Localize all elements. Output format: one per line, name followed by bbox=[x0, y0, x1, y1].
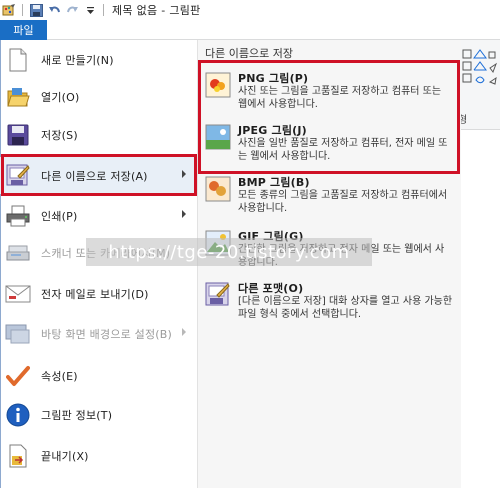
bmp-image-icon bbox=[205, 176, 231, 202]
menu-item-label: 인쇄(P) bbox=[41, 209, 78, 223]
window-title: 제목 없음 - 그림판 bbox=[112, 4, 201, 17]
menu-item-label: 그림판 정보(T) bbox=[41, 408, 113, 422]
png-jpeg-highlight bbox=[198, 60, 460, 174]
scanner-icon bbox=[5, 240, 31, 266]
save-quick-icon[interactable] bbox=[27, 1, 45, 19]
menu-item-label: 전자 메일로 보내기(D) bbox=[41, 287, 149, 301]
option-description: 모든 종류의 그림을 고품질로 저장하고 컴퓨터에서 사용합니다. bbox=[238, 190, 448, 214]
watermark: https://tge-20.tistory.com bbox=[86, 238, 372, 266]
menu-item-properties[interactable]: 속성(E) bbox=[0, 357, 196, 394]
new-file-icon bbox=[5, 47, 31, 73]
menu-item-about[interactable]: 그림판 정보(T) bbox=[0, 396, 196, 433]
title-bar: 제목 없음 - 그림판 bbox=[0, 0, 500, 20]
desktop-background-icon bbox=[5, 321, 31, 347]
quick-access-toolbar bbox=[0, 0, 108, 20]
submenu-arrow-icon bbox=[182, 328, 186, 336]
file-tab[interactable]: 파일 bbox=[0, 20, 47, 40]
save-as-bmp[interactable]: BMP 그림(B) 모든 종류의 그림을 고품질로 저장하고 컴퓨터에서 사용합… bbox=[198, 170, 460, 223]
toolbar-separator bbox=[22, 4, 23, 16]
option-title: BMP 그림(B) bbox=[238, 176, 310, 189]
shape-icons[interactable] bbox=[460, 40, 500, 110]
menu-item-label: 바탕 화면 배경으로 설정(B) bbox=[41, 327, 173, 341]
menu-item-label: 속성(E) bbox=[41, 369, 78, 383]
menu-item-email[interactable]: 전자 메일로 보내기(D) bbox=[0, 275, 196, 312]
menu-item-label: 새로 만들기(N) bbox=[41, 53, 114, 67]
submenu-arrow-icon bbox=[182, 210, 186, 218]
save-as-submenu-title: 다른 이름으로 저장 bbox=[205, 47, 293, 60]
open-folder-icon bbox=[5, 84, 31, 110]
other-format-icon bbox=[205, 282, 230, 306]
email-icon bbox=[5, 281, 31, 307]
exit-icon bbox=[5, 443, 31, 469]
paint-app-icon[interactable] bbox=[0, 1, 18, 19]
menu-item-exit[interactable]: 끝내기(X) bbox=[0, 437, 196, 474]
save-icon bbox=[5, 122, 31, 148]
menu-item-print[interactable]: 인쇄(P) bbox=[0, 197, 196, 234]
menu-item-save[interactable]: 저장(S) bbox=[0, 116, 196, 153]
menu-item-label: 열기(O) bbox=[41, 90, 80, 104]
menu-item-new[interactable]: 새로 만들기(N) bbox=[0, 41, 196, 78]
redo-icon[interactable] bbox=[63, 1, 81, 19]
toolbar-separator bbox=[103, 4, 104, 16]
save-as-highlight bbox=[1, 154, 197, 196]
customize-dropdown-icon[interactable] bbox=[81, 1, 99, 19]
save-as-other-format[interactable]: 다른 포맷(O) [다른 이름으로 저장] 대화 상자를 열고 사용 가능한 파… bbox=[198, 276, 460, 329]
info-icon bbox=[5, 402, 31, 428]
menu-item-open[interactable]: 열기(O) bbox=[0, 78, 196, 115]
checkmark-icon bbox=[5, 363, 31, 389]
printer-icon bbox=[5, 203, 31, 229]
menu-item-desktop-background[interactable]: 바탕 화면 배경으로 설정(B) bbox=[0, 315, 196, 352]
menu-item-label: 저장(S) bbox=[41, 128, 78, 142]
menu-item-label: 끝내기(X) bbox=[41, 449, 89, 463]
option-description: [다른 이름으로 저장] 대화 상자를 열고 사용 가능한 파일 형식 중에서 … bbox=[238, 296, 453, 320]
option-title: 다른 포맷(O) bbox=[238, 282, 304, 295]
undo-icon[interactable] bbox=[45, 1, 63, 19]
